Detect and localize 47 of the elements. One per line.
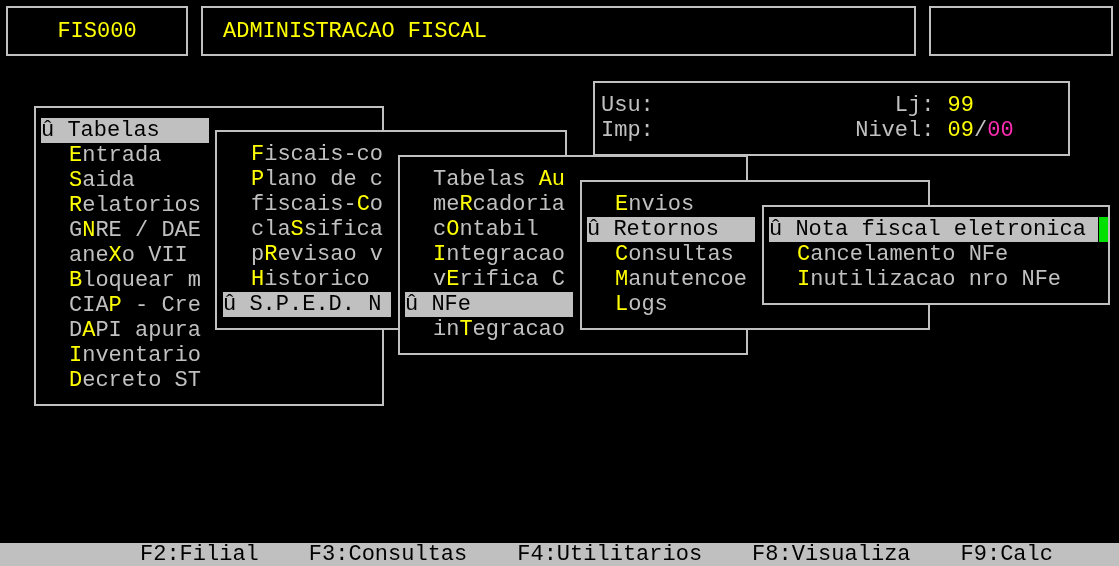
store-label: Lj:	[893, 93, 936, 118]
menu-item[interactable]: Inventario	[41, 343, 209, 368]
menu-item[interactable]: û Nota fiscal eletronica	[769, 217, 1099, 242]
function-key[interactable]: F8:Visualiza	[752, 543, 911, 566]
menu-item[interactable]: aneXo VII	[41, 243, 209, 268]
menu-item[interactable]: Tabelas Au	[405, 167, 573, 192]
screen-title: ADMINISTRACAO FISCAL	[201, 6, 916, 56]
menu-item[interactable]: Saida	[41, 168, 209, 193]
menu-item[interactable]: Decreto ST	[41, 368, 209, 393]
menu-item[interactable]: fiscais-Co	[223, 192, 391, 217]
function-key[interactable]: F2:Filial	[140, 543, 259, 566]
function-key[interactable]: F3:Consultas	[308, 543, 468, 566]
level-label: Nivel:	[855, 118, 936, 143]
menu-item[interactable]: û S.P.E.D. N	[223, 292, 391, 317]
menu-item[interactable]: DAPI apura	[41, 318, 209, 343]
menu-item[interactable]: inTegracao	[405, 317, 573, 342]
program-code: FIS000	[6, 6, 188, 56]
menu-item[interactable]: claSsifica	[223, 217, 391, 242]
menu-item[interactable]: Inutilizacao nro NFe	[769, 267, 1105, 292]
menu-item[interactable]: CIAP - Cre	[41, 293, 209, 318]
menu-item[interactable]: Manutencoe	[587, 267, 755, 292]
level-value: 09/00	[947, 118, 1015, 143]
menu-item[interactable]: vErifica C	[405, 267, 573, 292]
menu-item[interactable]: Integracao	[405, 242, 573, 267]
menu-item[interactable]: Relatorios	[41, 193, 209, 218]
menu-item[interactable]: Fiscais-co	[223, 142, 391, 167]
menu-item[interactable]: û Retornos	[587, 217, 755, 242]
menu-item[interactable]: Consultas	[587, 242, 755, 267]
menu-item[interactable]: Cancelamento NFe	[769, 242, 1105, 267]
menu-item[interactable]: GNRE / DAE	[41, 218, 209, 243]
cursor-block	[1099, 217, 1108, 242]
menu-item[interactable]: Entrada	[41, 143, 209, 168]
menu-item[interactable]: û NFe	[405, 292, 573, 317]
printer-label: Imp:	[601, 118, 655, 143]
menu-item[interactable]: pRevisao v	[223, 242, 391, 267]
menu-item[interactable]: Historico	[223, 267, 391, 292]
function-key[interactable]: F4:Utilitarios	[517, 543, 703, 566]
menu-item[interactable]: Logs	[587, 292, 755, 317]
menu-item[interactable]: cOntabil	[405, 217, 573, 242]
function-key[interactable]: F9:Calc	[960, 543, 1053, 566]
menu-item[interactable]: Plano de c	[223, 167, 391, 192]
menu-item[interactable]: Envios	[587, 192, 755, 217]
user-label: Usu:	[601, 93, 655, 118]
store-value: 99	[947, 93, 975, 118]
menu-item[interactable]: û Tabelas	[41, 118, 209, 143]
menu-item[interactable]: meRcadoria	[405, 192, 573, 217]
menu-item[interactable]: Bloquear m	[41, 268, 209, 293]
